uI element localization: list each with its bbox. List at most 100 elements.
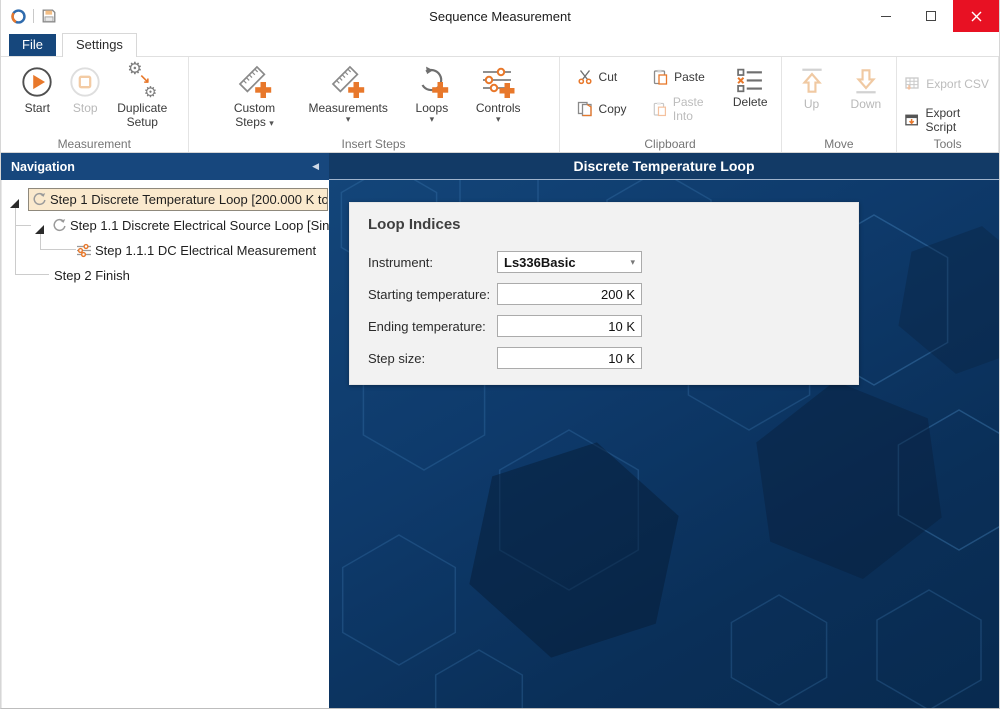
copy-icon (577, 101, 593, 117)
navigation-panel: Step 1 Discrete Temperature Loop [200.00… (1, 180, 329, 709)
group-label-clipboard: Clipboard (560, 137, 781, 151)
up-icon (797, 64, 827, 98)
tree-connector (40, 249, 76, 250)
stop-button[interactable]: Stop (63, 60, 107, 118)
move-down-button[interactable]: Down (846, 62, 887, 114)
tree-connector (15, 225, 31, 226)
controls-button[interactable]: Controls▾ (471, 60, 526, 124)
tree-connector (15, 274, 49, 275)
group-label-tools: Tools (897, 137, 998, 151)
measurements-icon (330, 62, 366, 102)
field-row-starting-temperature: Starting temperature: 200 K (368, 283, 840, 305)
controls-icon (480, 62, 516, 102)
content-header-title: Discrete Temperature Loop (329, 153, 999, 180)
instrument-label: Instrument: (368, 255, 497, 270)
paste-button[interactable]: Paste (647, 64, 728, 90)
window-controls (863, 0, 999, 32)
duplicate-setup-icon: ⚙ ↘ ⚙ (125, 62, 159, 102)
loops-icon (414, 62, 450, 102)
separator (33, 9, 34, 23)
tree-expander[interactable] (10, 195, 19, 204)
dropdown-arrow-icon: ▾ (269, 118, 274, 128)
loops-button[interactable]: Loops▾ (409, 60, 455, 124)
minimize-icon (881, 16, 891, 17)
collapse-panel-icon[interactable]: ◀ (312, 161, 319, 172)
custom-steps-icon (237, 62, 273, 102)
field-row-step-size: Step size: 10 K (368, 347, 840, 369)
app-window: Sequence Measurement File Settings (0, 0, 1000, 709)
maximize-icon (926, 11, 936, 21)
title-bar: Sequence Measurement (1, 0, 999, 32)
step-size-label: Step size: (368, 351, 497, 366)
tree-connector (15, 206, 16, 275)
main-row: Step 1 Discrete Temperature Loop [200.00… (1, 180, 999, 709)
navigation-title: Navigation (11, 160, 75, 174)
tree-item-step-1-1-1[interactable]: Step 1.1.1 DC Electrical Measurement (76, 239, 329, 262)
cut-button[interactable]: Cut (572, 64, 648, 90)
ending-temperature-input[interactable]: 10 K (497, 315, 642, 337)
dropdown-arrow-icon: ▾ (630, 257, 635, 268)
step-size-input[interactable]: 10 K (497, 347, 642, 369)
tree-expander[interactable] (35, 221, 44, 230)
ribbon-group-clipboard: Cut Copy (560, 57, 782, 152)
maximize-button[interactable] (908, 0, 953, 32)
ribbon-group-insert-steps: Custom Steps ▾ Measurements▾ (189, 57, 560, 152)
loop-indices-panel: Loop Indices Instrument: Ls336Basic ▾ St… (349, 202, 859, 385)
ending-temperature-label: Ending temperature: (368, 319, 497, 334)
tab-settings[interactable]: Settings (62, 33, 137, 57)
starting-temperature-input[interactable]: 200 K (497, 283, 642, 305)
save-icon[interactable] (40, 7, 58, 25)
start-icon (20, 62, 54, 102)
export-csv-button[interactable]: Export CSV (899, 71, 996, 97)
ribbon-group-tools: Export CSV Export Script Tools (897, 57, 999, 152)
app-logo-icon[interactable] (9, 7, 27, 25)
close-button[interactable] (953, 0, 999, 32)
move-up-button[interactable]: Up (792, 62, 832, 114)
paste-icon (652, 69, 668, 85)
measurements-button[interactable]: Measurements▾ (304, 60, 393, 124)
tree-item-step-1[interactable]: Step 1 Discrete Temperature Loop [200.00… (28, 188, 328, 211)
export-script-icon (904, 112, 919, 128)
field-row-instrument: Instrument: Ls336Basic ▾ (368, 251, 840, 273)
navigation-header: Navigation ◀ (1, 153, 329, 180)
group-label-measurement: Measurement (1, 137, 188, 151)
down-icon (851, 64, 881, 98)
minimize-button[interactable] (863, 0, 908, 32)
cut-icon (577, 69, 593, 85)
window-title: Sequence Measurement (1, 9, 999, 24)
tree-item-step-1-1[interactable]: Step 1.1 Discrete Electrical Source Loop… (52, 214, 329, 237)
panel-title: Loop Indices (368, 216, 461, 233)
export-csv-icon (904, 76, 920, 92)
copy-button[interactable]: Copy (572, 96, 648, 122)
custom-steps-button[interactable]: Custom Steps ▾ (222, 60, 288, 132)
paste-into-icon (652, 101, 667, 117)
loop-icon (32, 192, 47, 207)
tab-file[interactable]: File (9, 34, 56, 56)
tree-item-step-2[interactable]: Step 2 Finish (54, 264, 329, 287)
delete-button[interactable]: Delete (728, 64, 773, 112)
ribbon-group-move: Up Down Move (782, 57, 898, 152)
field-row-ending-temperature: Ending temperature: 10 K (368, 315, 840, 337)
export-script-button[interactable]: Export Script (899, 107, 996, 133)
instrument-dropdown[interactable]: Ls336Basic ▾ (497, 251, 642, 273)
group-label-move: Move (782, 137, 897, 151)
ribbon-group-measurement: Start Stop ⚙ ↘ (1, 57, 189, 152)
paste-into-button[interactable]: Paste Into (647, 96, 728, 122)
delete-icon (737, 66, 763, 96)
close-icon (971, 11, 982, 22)
ribbon-tab-row: File Settings (1, 32, 999, 57)
group-label-insert-steps: Insert Steps (189, 137, 559, 151)
loop-icon (52, 218, 67, 233)
start-button[interactable]: Start (15, 60, 59, 118)
starting-temperature-label: Starting temperature: (368, 287, 497, 302)
duplicate-setup-button[interactable]: ⚙ ↘ ⚙ Duplicate Setup (111, 60, 173, 132)
dropdown-arrow-icon: ▾ (476, 116, 521, 122)
content-area: Loop Indices Instrument: Ls336Basic ▾ St… (329, 180, 999, 709)
tree-connector (40, 232, 41, 250)
measurement-sliders-icon (76, 243, 92, 258)
ribbon: Start Stop ⚙ ↘ (1, 57, 999, 153)
dropdown-arrow-icon: ▾ (416, 116, 449, 122)
dropdown-arrow-icon: ▾ (309, 116, 388, 122)
panel-headers: Navigation ◀ Discrete Temperature Loop (1, 153, 999, 180)
quick-access-toolbar (1, 7, 58, 25)
